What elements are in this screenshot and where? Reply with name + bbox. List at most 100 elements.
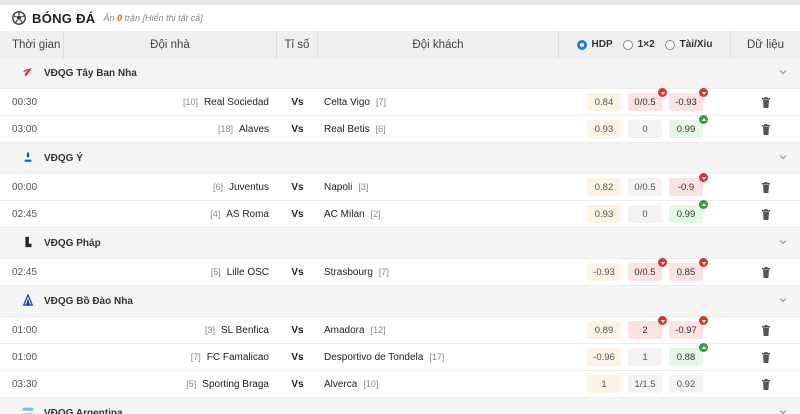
odds-cell[interactable]: -0.96: [587, 348, 621, 366]
table-row: 03:00 [18] Alaves Vs Real Betis [6] 0.93 0 0.99: [0, 115, 800, 143]
odds-value: 0/0.5: [634, 181, 656, 193]
home-team-cell[interactable]: [6] Juventus: [64, 174, 277, 200]
odds-up-icon: [699, 200, 708, 209]
odds-option-1[interactable]: 1×2: [622, 39, 655, 50]
odds-cell[interactable]: 0.89: [587, 321, 621, 339]
odds-cell[interactable]: -0.97: [669, 316, 708, 339]
odds-cell[interactable]: 2: [628, 316, 667, 339]
odds-cell[interactable]: 0.88: [669, 343, 708, 366]
away-team-name[interactable]: Strasbourg: [324, 267, 373, 278]
trash-icon[interactable]: [761, 351, 771, 363]
odds-option-2[interactable]: Tài/Xỉu: [664, 39, 712, 50]
data-cell: [731, 317, 800, 343]
trash-icon[interactable]: [761, 181, 771, 193]
home-team-cell[interactable]: [3] SL Benfica: [64, 317, 277, 343]
away-team-cell[interactable]: Desportivo de Tondela [17]: [318, 344, 559, 370]
away-team-name[interactable]: Alverca: [324, 379, 357, 390]
home-team-name[interactable]: Lille OSC: [227, 267, 269, 278]
odds-cell[interactable]: 0.92: [669, 375, 703, 393]
home-team-name[interactable]: Sporting Braga: [202, 379, 269, 390]
odds-cell[interactable]: 0.82: [587, 178, 621, 196]
trash-icon[interactable]: [761, 96, 771, 108]
league-header[interactable]: VĐQG Ý: [0, 143, 800, 174]
odds-cell[interactable]: 0.85: [669, 258, 708, 281]
show-all-link[interactable]: [Hiển thị tất cả]: [143, 13, 203, 23]
score-vs[interactable]: Vs: [277, 259, 318, 285]
odds-cell[interactable]: 1: [628, 348, 662, 366]
away-team-cell[interactable]: Napoli [3]: [318, 174, 559, 200]
odds-option-0[interactable]: HDP: [576, 39, 613, 50]
away-team-name[interactable]: AC Milan: [324, 209, 365, 220]
chevron-down-icon[interactable]: [778, 407, 788, 414]
chevron-down-icon[interactable]: [778, 295, 788, 305]
away-team-cell[interactable]: Real Betis [6]: [318, 116, 559, 142]
odds-cell[interactable]: 0.99: [669, 200, 708, 223]
chevron-down-icon[interactable]: [778, 152, 788, 162]
home-team-cell[interactable]: [5] Sporting Braga: [64, 371, 277, 397]
home-team-name[interactable]: SL Benfica: [221, 325, 269, 336]
odds-cell[interactable]: -0.93: [669, 88, 708, 111]
odds-cell[interactable]: 0: [628, 120, 662, 138]
col-time: Thời gian: [0, 31, 64, 58]
score-vs[interactable]: Vs: [277, 201, 318, 227]
league-name: VĐQG Pháp: [44, 237, 101, 249]
radio-button[interactable]: [622, 39, 633, 50]
odds-cell[interactable]: 0/0.5: [628, 178, 662, 196]
away-team-name[interactable]: Desportivo de Tondela: [324, 352, 423, 363]
trash-icon[interactable]: [761, 123, 771, 135]
score-vs[interactable]: Vs: [277, 371, 318, 397]
away-team-name[interactable]: Napoli: [324, 182, 352, 193]
score-vs[interactable]: Vs: [277, 344, 318, 370]
odds-cell[interactable]: 0/0.5: [628, 88, 667, 111]
away-team-name[interactable]: Amadora: [324, 325, 365, 336]
home-team-name[interactable]: Alaves: [239, 124, 269, 135]
match-time: 02:45: [12, 266, 38, 278]
radio-button[interactable]: [664, 39, 675, 50]
away-team-cell[interactable]: Celta Vigo [7]: [318, 89, 559, 115]
home-team-cell[interactable]: [4] AS Roma: [64, 201, 277, 227]
away-team-cell[interactable]: Alverca [10]: [318, 371, 559, 397]
home-team-cell[interactable]: [18] Alaves: [64, 116, 277, 142]
trash-icon[interactable]: [761, 324, 771, 336]
home-team-name[interactable]: Juventus: [229, 182, 269, 193]
trash-icon[interactable]: [761, 208, 771, 220]
trash-icon[interactable]: [761, 378, 771, 390]
odds-cell[interactable]: 0.99: [669, 115, 708, 138]
odds-cell[interactable]: -0.93: [587, 263, 621, 281]
away-team-name[interactable]: Celta Vigo: [324, 97, 370, 108]
odds-cell[interactable]: 1: [587, 375, 621, 393]
home-team-cell[interactable]: [5] Lille OSC: [64, 259, 277, 285]
table-row: 03:30 [5] Sporting Braga Vs Alverca [10] 1 1/1.…: [0, 371, 800, 398]
odds-cell[interactable]: 0.93: [587, 120, 621, 138]
league-header[interactable]: VĐQG Argentina: [0, 398, 800, 414]
odds-cell[interactable]: 0.84: [587, 93, 621, 111]
away-team-cell[interactable]: AC Milan [2]: [318, 201, 559, 227]
trash-icon[interactable]: [761, 266, 771, 278]
odds-cells: 0.84 0/0.5 -0.93: [559, 88, 731, 115]
odds-cell[interactable]: -0.9: [669, 173, 708, 196]
odds-cell[interactable]: 0.93: [587, 205, 621, 223]
home-team-name[interactable]: Real Sociedad: [204, 97, 269, 108]
league-header[interactable]: VĐQG Tây Ban Nha: [0, 58, 800, 89]
match-time: 00:00: [12, 181, 38, 193]
chevron-down-icon[interactable]: [778, 237, 788, 247]
odds-cell[interactable]: 0/0.5: [628, 258, 667, 281]
score-vs[interactable]: Vs: [277, 89, 318, 115]
home-team-cell[interactable]: [7] FC Famalicao: [64, 344, 277, 370]
away-team-name[interactable]: Real Betis: [324, 124, 370, 135]
league-header[interactable]: VĐQG Bồ Đào Nha: [0, 286, 800, 317]
odds-cell[interactable]: 1/1.5: [628, 375, 662, 393]
away-team-cell[interactable]: Strasbourg [7]: [318, 259, 559, 285]
home-team-name[interactable]: FC Famalicao: [207, 352, 269, 363]
away-team-cell[interactable]: Amadora [12]: [318, 317, 559, 343]
radio-button[interactable]: [576, 39, 587, 50]
home-rank: [5]: [186, 379, 197, 389]
odds-cell[interactable]: 0: [628, 205, 662, 223]
score-vs[interactable]: Vs: [277, 174, 318, 200]
home-team-name[interactable]: AS Roma: [226, 209, 269, 220]
league-header[interactable]: VĐQG Pháp: [0, 228, 800, 259]
home-team-cell[interactable]: [10] Real Sociedad: [64, 89, 277, 115]
score-vs[interactable]: Vs: [277, 116, 318, 142]
score-vs[interactable]: Vs: [277, 317, 318, 343]
chevron-down-icon[interactable]: [778, 67, 788, 77]
